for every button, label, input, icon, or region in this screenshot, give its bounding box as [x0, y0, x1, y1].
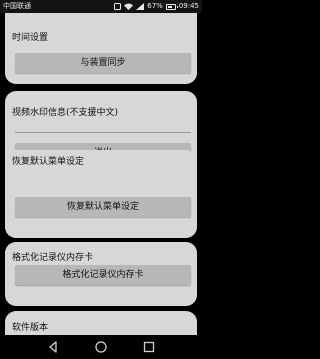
clock: 09:45 [178, 2, 199, 10]
settings-list[interactable]: 时间设置 与装置同步 视频水印信息(不支援中文) 送出 恢复默认菜单设定 恢复默… [0, 13, 202, 335]
restore-menu-title: 恢复默认菜单设定 [12, 157, 85, 167]
restore-menu-card: 恢复默认菜单设定 恢复默认菜单设定 [5, 150, 197, 238]
back-icon[interactable] [45, 339, 61, 355]
notification-icon [114, 3, 122, 10]
software-version-title: 软件版本 [12, 323, 49, 333]
status-bar: 中国联通 67% 09:45 [0, 0, 202, 13]
format-card-title: 格式化记录仪内存卡 [12, 253, 94, 263]
battery-icon [165, 3, 178, 10]
navigation-bar [0, 335, 202, 359]
software-version-card: 软件版本 [5, 311, 197, 335]
status-icons: 67% 09:45 [114, 0, 199, 13]
wifi-icon [124, 3, 134, 10]
sync-with-device-button[interactable]: 与装置同步 [15, 53, 191, 73]
format-card-button[interactable]: 格式化记录仪内存卡 [15, 265, 191, 285]
recents-icon[interactable] [141, 339, 157, 355]
battery-percent: 67% [147, 2, 163, 10]
restore-menu-button[interactable]: 恢复默认菜单设定 [15, 197, 191, 217]
home-icon[interactable] [93, 339, 109, 355]
battery-level [167, 5, 172, 8]
carrier-label: 中国联通 [3, 2, 31, 10]
watermark-title: 视频水印信息(不支援中文) [12, 108, 119, 118]
time-settings-title: 时间设置 [12, 33, 49, 43]
time-settings-card: 时间设置 与装置同步 [5, 13, 197, 84]
format-card-card: 格式化记录仪内存卡 格式化记录仪内存卡 [5, 242, 197, 306]
signal-icon [136, 3, 145, 10]
watermark-input[interactable] [15, 132, 191, 133]
